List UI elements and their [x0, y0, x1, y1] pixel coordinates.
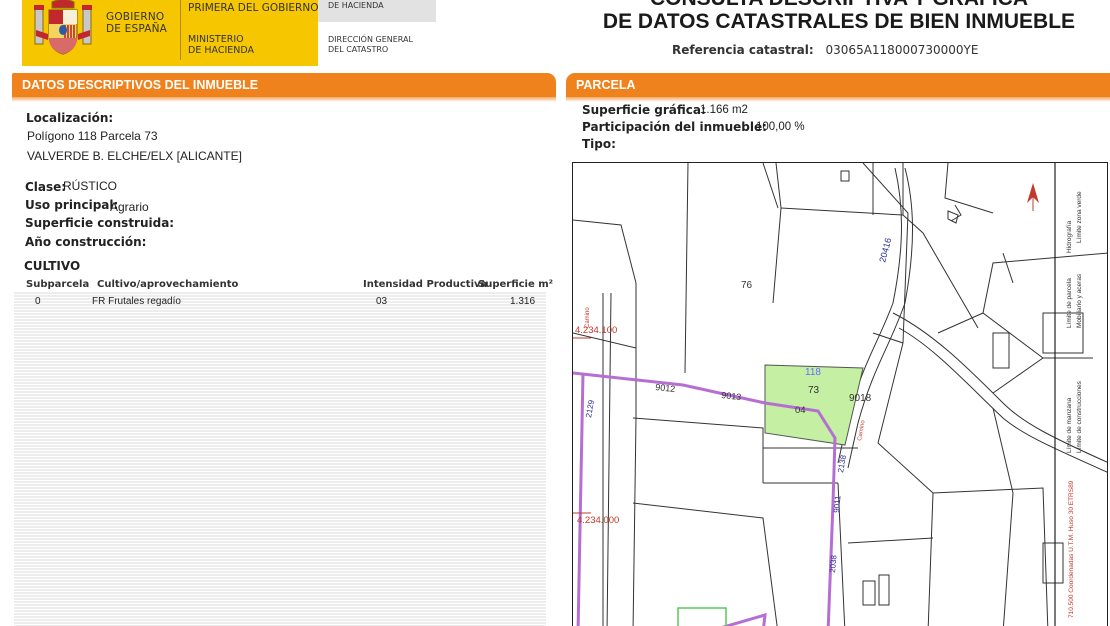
legend-limite-manzana: Límite de manzana: [1066, 397, 1073, 453]
uso-principal-label: Uso principal:: [25, 198, 119, 212]
uso-principal-value: Agrario: [110, 200, 149, 214]
legend-coordinates-note: 710.500 Coordenadas U.T.M. Huso 30 ETRS8…: [1068, 480, 1075, 618]
directorate-line-1: DIRECCIÓN GENERAL: [328, 35, 413, 44]
vice-presidency-label: PRIMERA DEL GOBIERNO: [188, 2, 319, 14]
localizacion-label: Localización:: [26, 111, 114, 125]
ministry-line-1: MINISTERIO: [188, 34, 244, 45]
cadastral-map-drawing: 76 118 73 04 9018 9012 9013 20416 2138 9…: [573, 163, 1107, 626]
cultivo-title: CULTIVO: [24, 259, 81, 273]
legend-zona-verde: Límite zona verde: [1076, 191, 1083, 243]
address-line-2: VALVERDE B. ELCHE/ELX [ALICANTE]: [27, 149, 242, 163]
map-coord-north: 4.234.100: [575, 325, 617, 336]
map-label-9013: 9013: [721, 390, 742, 402]
clase-value: RÚSTICO: [63, 179, 117, 193]
map-label-9012: 9012: [655, 382, 676, 394]
ministry-line-2: DE HACIENDA: [188, 45, 255, 56]
directorate-line-2: DEL CATASTRO: [328, 45, 389, 54]
cadastral-reference-value: 03065A118000730000YE: [825, 43, 979, 57]
section-header-parcela: PARCELA: [566, 73, 1110, 102]
address-line-1: Polígono 118 Parcela 73: [27, 129, 158, 143]
map-label-118: 118: [805, 367, 821, 378]
government-line-1: GOBIERNO: [106, 11, 165, 23]
legend-hidrografia: Hidrografía: [1066, 220, 1073, 253]
cultivo-cell-cultivo: FR Frutales regadío: [92, 296, 181, 307]
superficie-grafica-label: Superficie gráfica:: [582, 103, 706, 117]
document-title-line-2: DE DATOS CATASTRALES DE BIEN INMUEBLE: [602, 10, 1076, 33]
cultivo-header-cultivo: Cultivo/aprovechamiento: [97, 279, 239, 290]
participacion-label: Participación del inmueble:: [582, 120, 767, 134]
cadastral-map[interactable]: 76 118 73 04 9018 9012 9013 20416 2138 9…: [572, 162, 1108, 626]
coat-of-arms-icon: [34, 0, 92, 55]
directorate-label: DIRECCIÓN GENERAL DEL CATASTRO: [328, 35, 413, 55]
map-label-73: 73: [808, 385, 820, 396]
map-label-20416: 20416: [877, 237, 893, 264]
cadastral-reference-label: Referencia catastral:: [672, 43, 814, 57]
government-name: GOBIERNO DE ESPAÑA: [106, 11, 167, 35]
clase-label: Clase:: [25, 180, 67, 194]
map-label-9018: 9018: [849, 393, 872, 404]
secretary-label: DE HACIENDA: [328, 1, 384, 10]
cultivo-header-superficie: Superficie m²: [478, 279, 554, 290]
government-line-2: DE ESPAÑA: [106, 23, 168, 35]
cultivo-header-intensidad: Intensidad Productiva: [363, 279, 488, 290]
map-road-label-west: Camino: [585, 307, 591, 328]
participacion-value: 100,00 %: [756, 121, 805, 133]
map-label-2038: 2038: [828, 554, 839, 573]
building-outlines: [840, 170, 1084, 606]
anio-construccion-label: Año construcción:: [25, 235, 147, 249]
map-label-04: 04: [795, 405, 806, 416]
tipo-label: Tipo:: [582, 137, 616, 151]
map-label-2129: 2129: [584, 399, 596, 419]
cadastral-reference: Referencia catastral: 03065A118000730000…: [672, 43, 978, 57]
logo-divider: [180, 0, 181, 60]
legend-limite-parcela: Límite de parcela: [1066, 278, 1073, 328]
legend-mobiliario: Mobiliario y aceras: [1076, 273, 1083, 328]
cultivo-cell-intensidad: 03: [376, 296, 388, 307]
green-zone-outline: [677, 607, 727, 626]
map-label-9011: 9011: [832, 495, 843, 513]
map-label-76: 76: [741, 280, 753, 291]
cultivo-header-subparcela: Subparcela: [26, 279, 90, 290]
ministry-label: MINISTERIO DE HACIENDA: [188, 34, 254, 56]
cultivo-cell-subparcela: 0: [35, 296, 41, 307]
legend-limite-construcciones: Límite de construcciones: [1076, 380, 1083, 453]
north-arrow-icon: [1027, 183, 1039, 211]
map-label-2138: 2138: [836, 454, 848, 474]
map-coord-south: 4.234.000: [577, 515, 619, 526]
cultivo-cell-superficie: 1.316: [510, 296, 536, 307]
superficie-grafica-value: 1.166 m2: [700, 104, 748, 116]
cultivo-table-body: [14, 291, 546, 626]
section-header-descriptive: DATOS DESCRIPTIVOS DEL INMUEBLE: [12, 73, 556, 102]
superficie-construida-label: Superficie construida:: [25, 216, 175, 230]
